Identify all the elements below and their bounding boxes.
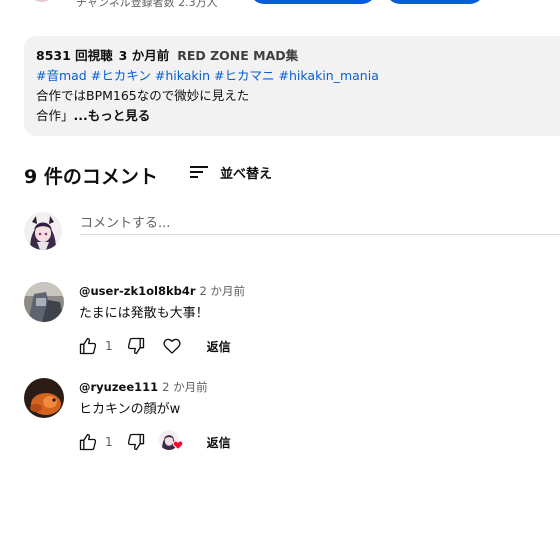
thumbs-down-icon xyxy=(127,433,144,451)
dislike-button[interactable] xyxy=(125,431,147,453)
description-truncated-text: 合作」 xyxy=(36,108,74,123)
dislike-button[interactable] xyxy=(125,335,147,357)
view-count: 8531 回視聴 xyxy=(36,48,113,63)
comment-count-title: 9 件のコメント xyxy=(24,166,158,188)
reply-button[interactable]: 返信 xyxy=(207,434,231,451)
hashtag-link[interactable]: #ヒカキン xyxy=(91,68,151,83)
thumbs-up-icon xyxy=(79,337,97,355)
hashtag-link[interactable]: #音mad xyxy=(36,68,87,83)
comment-author[interactable]: @user-zk1ol8kb4r xyxy=(79,284,196,298)
thumbs-down-icon xyxy=(127,337,144,355)
commenter-avatar[interactable] xyxy=(24,378,64,418)
hashtag-list: #音mad #ヒカキン #hikakin #ヒカマニ #hikakin_mania xyxy=(36,66,560,86)
comment-thread: @ryuzee111 2 か月前 ヒカキンの顔がw 1 返信 xyxy=(24,378,560,462)
hashtag-link[interactable]: #hikakin xyxy=(155,68,210,83)
heart-icon xyxy=(163,338,181,354)
playlist-link[interactable]: RED ZONE MAD集 xyxy=(177,48,298,63)
comment-actions: 1 返信 xyxy=(77,334,231,358)
sort-icon xyxy=(190,164,210,180)
channel-avatar[interactable] xyxy=(28,0,56,2)
sort-label: 並べ替え xyxy=(220,166,273,182)
show-more-button[interactable]: ...もっと見る xyxy=(74,108,151,123)
subscribe-button[interactable] xyxy=(250,0,376,4)
commenter-avatar[interactable] xyxy=(24,282,64,322)
comment-actions: 1 返信 xyxy=(77,430,231,454)
add-comment-input[interactable] xyxy=(80,212,560,235)
hashtag-link[interactable]: #ヒカマニ xyxy=(214,68,274,83)
comment-body: @user-zk1ol8kb4r 2 か月前 たまには発散も大事！ 1 返信 xyxy=(79,282,560,355)
comment-text: たまには発散も大事！ xyxy=(79,306,209,321)
add-comment-row xyxy=(24,210,560,254)
comment-time[interactable]: 2 か月前 xyxy=(200,284,245,298)
comment-text: ヒカキンの顔がw xyxy=(79,402,181,417)
description-line: 合作」...もっと見る xyxy=(36,106,560,126)
description-box[interactable]: 8531 回視聴 3 か月前 RED ZONE MAD集 #音mad #ヒカキン #hi… xyxy=(24,36,560,136)
heart-button[interactable] xyxy=(161,335,183,357)
comment-header: @ryuzee111 2 か月前 xyxy=(79,378,560,396)
comment-time[interactable]: 2 か月前 xyxy=(162,380,207,394)
hashtag-link[interactable]: #hikakin_mania xyxy=(279,68,379,83)
like-count: 1 xyxy=(105,339,113,353)
join-button[interactable] xyxy=(386,0,484,4)
description-meta: 8531 回視聴 3 か月前 RED ZONE MAD集 xyxy=(36,46,560,66)
sort-button[interactable]: 並べ替え xyxy=(190,162,272,182)
comment-header: @user-zk1ol8kb4r 2 か月前 xyxy=(79,282,560,300)
channel-row: チャンネル登録者数 2.3万人 xyxy=(0,0,560,9)
upload-age: 3 か月前 xyxy=(118,48,170,63)
like-count: 1 xyxy=(105,435,113,449)
avatar xyxy=(24,212,62,250)
reply-button[interactable]: 返信 xyxy=(207,338,231,355)
subscriber-count: チャンネル登録者数 2.3万人 xyxy=(76,0,218,9)
creator-heart-badge-icon xyxy=(172,440,183,451)
comments-header: 9 件のコメント 並べ替え xyxy=(24,160,544,188)
comment-author[interactable]: @ryuzee111 xyxy=(79,380,158,394)
comment-thread: @user-zk1ol8kb4r 2 か月前 たまには発散も大事！ 1 返信 xyxy=(24,282,560,366)
comment-body: @ryuzee111 2 か月前 ヒカキンの顔がw 1 返信 xyxy=(79,378,560,451)
like-button[interactable] xyxy=(77,431,99,453)
like-button[interactable] xyxy=(77,335,99,357)
thumbs-up-icon xyxy=(79,433,97,451)
creator-heart[interactable] xyxy=(158,430,183,454)
description-line: 合作ではBPM165なので微妙に見えた xyxy=(36,88,250,103)
